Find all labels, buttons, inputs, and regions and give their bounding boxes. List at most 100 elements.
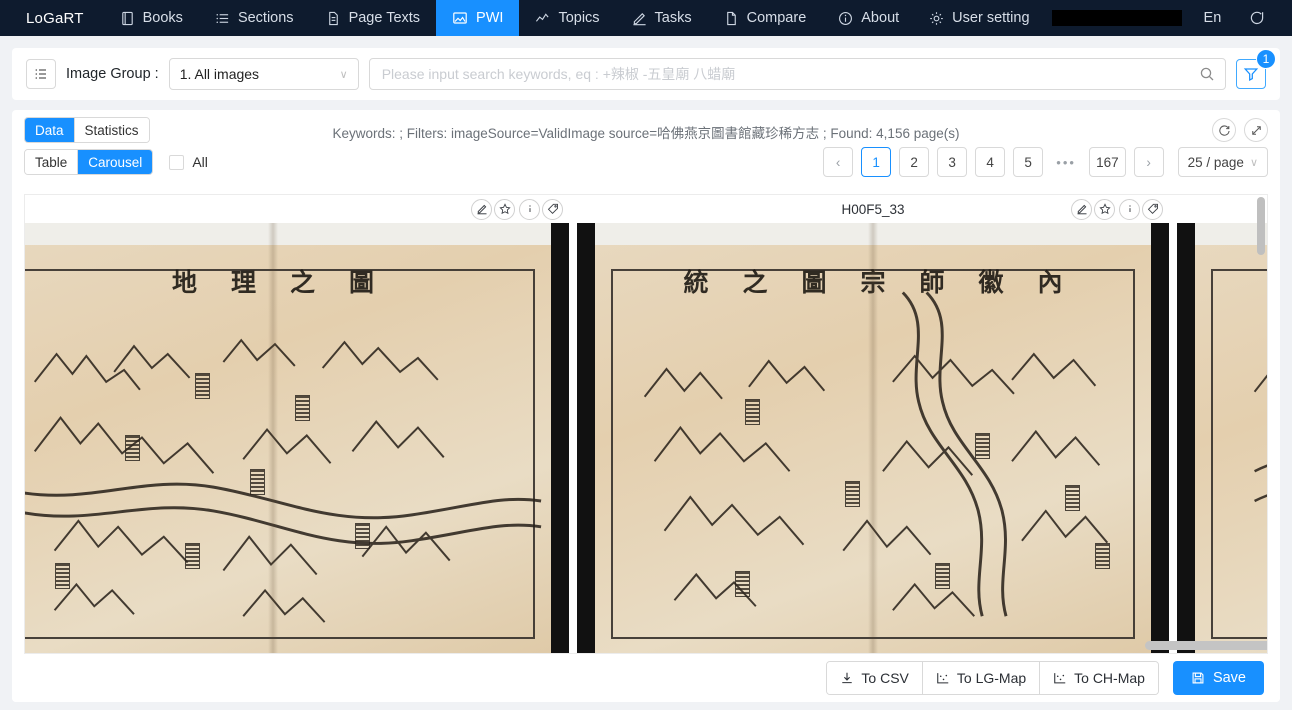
carousel-horizontal-scroll-thumb[interactable] xyxy=(1145,641,1267,650)
star-icon[interactable] xyxy=(494,198,515,220)
pagination-page-2[interactable]: 2 xyxy=(899,147,930,177)
pagination-page-4[interactable]: 4 xyxy=(975,147,1006,177)
nav-item-books[interactable]: Books xyxy=(104,0,199,36)
refresh-icon xyxy=(1218,124,1231,137)
tag-icon[interactable] xyxy=(1142,198,1163,220)
pagination-prev[interactable]: ‹ xyxy=(823,147,854,177)
view-tabs-row: Data Statistics Keywords: ; Filters: ima… xyxy=(12,110,1280,144)
download-icon xyxy=(840,671,854,685)
tab-data[interactable]: Data xyxy=(25,118,75,142)
search-input[interactable] xyxy=(379,65,1199,83)
user-name-redacted xyxy=(1051,10,1182,26)
language-label: En xyxy=(1203,10,1222,26)
carousel-horizontal-scrollbar[interactable] xyxy=(25,641,1267,650)
pagination-ellipsis[interactable]: ••• xyxy=(1051,155,1081,170)
edit-icon[interactable] xyxy=(471,198,492,220)
pagination: ‹ 1 2 3 4 5 ••• 167 › 25 / page ∨ xyxy=(823,147,1268,177)
save-label: Save xyxy=(1212,670,1246,686)
search-field-wrapper[interactable] xyxy=(368,58,1226,90)
logout-icon xyxy=(1249,10,1265,26)
carousel-item[interactable]: H00F5_32 大明一 xyxy=(1177,195,1267,653)
save-button[interactable]: Save xyxy=(1172,661,1264,695)
search-toolbar: Image Group : 1. All images ∨ 1 xyxy=(12,48,1280,100)
nav-label: Topics xyxy=(558,10,600,26)
to-ch-map-button[interactable]: To CH-Map xyxy=(1040,662,1158,694)
pagination-last-page[interactable]: 167 xyxy=(1089,147,1126,177)
to-lg-map-button[interactable]: To LG-Map xyxy=(922,662,1041,694)
carousel-item-actions xyxy=(471,198,563,220)
nav-item-pwi[interactable]: PWI xyxy=(436,0,520,36)
scanned-page-1: 地理之圖 xyxy=(25,223,551,653)
carousel-item-image[interactable]: 大明一 xyxy=(1177,223,1267,653)
pagination-page-1[interactable]: 1 xyxy=(861,147,892,177)
pagination-next[interactable]: › xyxy=(1133,147,1164,177)
image-group-select[interactable]: 1. All images ∨ xyxy=(168,58,359,90)
list-menu-icon xyxy=(33,66,49,82)
nav-right-section: User setting En xyxy=(915,0,1292,36)
carousel-vertical-scrollbar[interactable] xyxy=(1257,197,1265,637)
to-csv-label: To CSV xyxy=(861,670,909,686)
pagination-page-5[interactable]: 5 xyxy=(1013,147,1044,177)
nav-label: Compare xyxy=(746,10,807,26)
carousel-vertical-scroll-thumb[interactable] xyxy=(1257,197,1265,255)
user-setting-button[interactable]: User setting xyxy=(915,10,1043,26)
image-icon xyxy=(452,10,468,26)
nav-item-topics[interactable]: Topics xyxy=(519,0,615,36)
nav-item-compare[interactable]: Compare xyxy=(708,0,823,36)
page-size-value: 25 / page xyxy=(1187,154,1244,170)
pagination-page-3[interactable]: 3 xyxy=(937,147,968,177)
tab-carousel[interactable]: Carousel xyxy=(78,150,153,174)
page-size-select[interactable]: 25 / page ∨ xyxy=(1177,147,1268,177)
carousel-item[interactable]: 0F5_34 xyxy=(25,195,569,653)
image-group-label: Image Group : xyxy=(66,66,159,82)
image-group-value: 1. All images xyxy=(179,66,260,82)
woodblock-map-drawing xyxy=(25,338,542,623)
carousel-item[interactable]: H00F5_33 統之圖宗師徽內 xyxy=(577,195,1169,653)
select-all-checkbox[interactable] xyxy=(169,154,185,170)
nav-item-page-texts[interactable]: Page Texts xyxy=(310,0,436,36)
card-action-icons xyxy=(1212,118,1268,142)
select-all-label: All xyxy=(192,154,208,170)
save-disk-icon xyxy=(1191,671,1205,685)
nav-item-sections[interactable]: Sections xyxy=(199,0,310,36)
image-carousel[interactable]: 0F5_34 xyxy=(24,194,1268,654)
carousel-item-image[interactable]: 地理之圖 xyxy=(25,223,569,653)
language-switch[interactable]: En xyxy=(1190,10,1236,26)
result-meta-text: Keywords: ; Filters: imageSource=ValidIm… xyxy=(332,126,960,141)
image-group-menu-button[interactable] xyxy=(26,59,56,89)
filter-button[interactable]: 1 xyxy=(1236,49,1276,89)
user-setting-label: User setting xyxy=(952,10,1030,26)
carousel-item-header: H00F5_33 xyxy=(577,195,1169,223)
star-icon[interactable] xyxy=(1094,198,1115,220)
logout-button[interactable] xyxy=(1235,10,1279,26)
display-mode-segmented: Table Carousel xyxy=(24,149,154,175)
file-icon xyxy=(724,11,739,26)
search-icon[interactable] xyxy=(1199,66,1215,82)
select-all-checkbox-wrapper[interactable]: All xyxy=(169,154,208,170)
tab-table[interactable]: Table xyxy=(25,150,79,174)
chevron-down-icon: ∨ xyxy=(339,68,348,81)
to-ch-map-label: To CH-Map xyxy=(1074,670,1145,686)
nav-item-about[interactable]: About xyxy=(822,0,915,36)
carousel-strip: 0F5_34 xyxy=(25,195,1267,653)
tag-icon[interactable] xyxy=(542,198,563,220)
edit-icon[interactable] xyxy=(1071,198,1092,220)
nav-item-tasks[interactable]: Tasks xyxy=(616,0,708,36)
filter-icon xyxy=(1243,66,1259,82)
woodblock-map-drawing xyxy=(643,291,1109,617)
expand-button[interactable] xyxy=(1244,118,1268,142)
carousel-item-image[interactable]: 統之圖宗師徽內 xyxy=(577,223,1169,653)
info-icon[interactable] xyxy=(1119,198,1140,220)
to-csv-button[interactable]: To CSV xyxy=(827,662,923,694)
nav-label: About xyxy=(861,10,900,26)
refresh-button[interactable] xyxy=(1212,118,1236,142)
nav-label: Page Texts xyxy=(348,10,421,26)
filter-count-badge: 1 xyxy=(1256,49,1276,69)
footer-actions: To CSV To LG-Map To CH-Map Save xyxy=(12,654,1280,702)
map-chart-icon xyxy=(936,671,950,685)
app-brand-logo[interactable]: LoGaRT xyxy=(0,0,104,36)
info-icon[interactable] xyxy=(519,198,540,220)
map-chart-icon xyxy=(1053,671,1067,685)
tab-statistics[interactable]: Statistics xyxy=(74,118,149,142)
carousel-item-title: H00F5_32 xyxy=(1177,202,1267,217)
